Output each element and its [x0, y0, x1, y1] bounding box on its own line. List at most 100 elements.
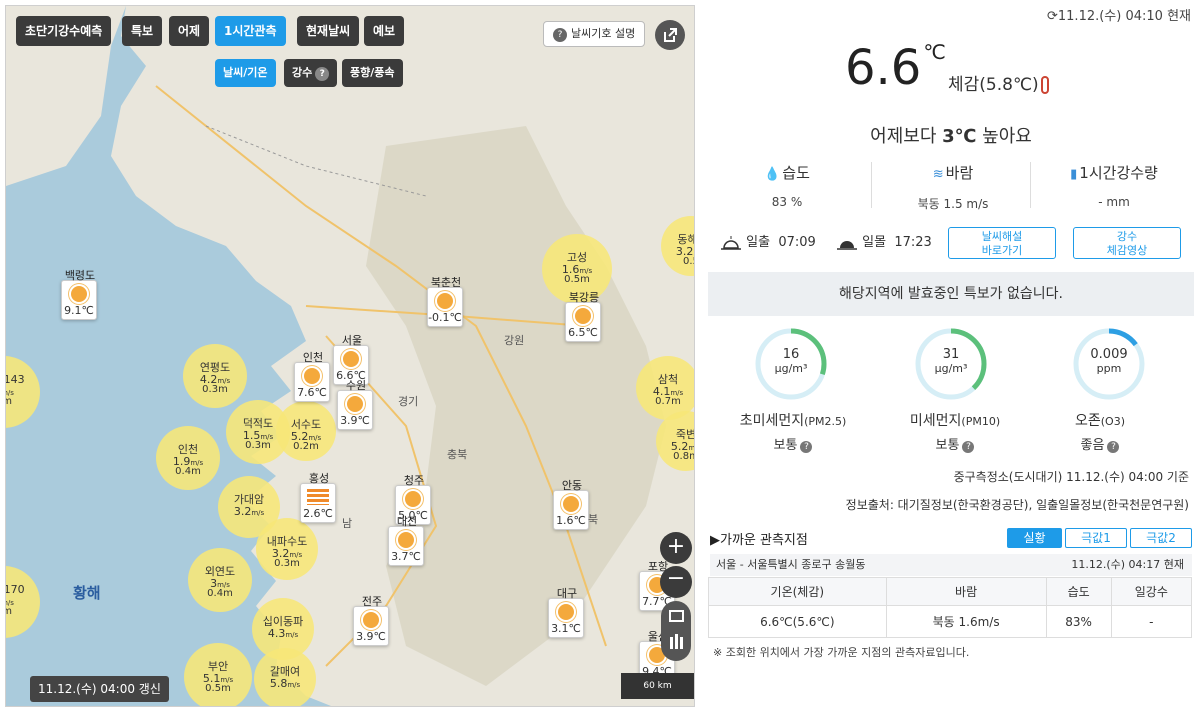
weather-commentary-button[interactable]: 날씨해설 바로가기 [948, 227, 1056, 259]
station-name: 백령도 [64, 269, 96, 282]
top-tab-button[interactable]: 1시간관측 [215, 16, 286, 46]
metric-value: - mm [1098, 195, 1130, 209]
region-label: 충북 [447, 448, 468, 461]
weather-map[interactable]: 초단기강수예측 특보 어제 1시간관측 현재날씨 예보날씨/기온 강수? 풍향/풍속 ? 날씨기… [5, 5, 695, 707]
weather-station[interactable]: 전주 3.9℃ [353, 595, 389, 646]
layer-toggle-button[interactable] [661, 601, 691, 661]
weather-station[interactable]: 대전 3.7℃ [388, 515, 424, 566]
sun-icon [405, 491, 421, 507]
sunset-icon [837, 240, 857, 250]
gauge-number: 0.009 [1090, 347, 1128, 362]
top-tab-button[interactable]: 현재날씨 [297, 16, 360, 46]
weather-station[interactable]: 안동 1.6℃ [553, 479, 589, 530]
wind-bubble[interactable]: 서수도 5.2m/s 0.2m [276, 401, 336, 461]
top-tab-button[interactable]: 특보 [122, 16, 163, 46]
wind-bubble[interactable]: 연평도 4.2m/s 0.3m [183, 344, 247, 408]
station-name: 청주 [403, 474, 425, 487]
question-icon[interactable]: ? [962, 441, 975, 453]
question-icon[interactable]: ? [1107, 441, 1120, 453]
question-icon[interactable]: ? [800, 441, 813, 453]
air-gauge: 31 μg/m³ [913, 326, 989, 402]
air-status: 보통? [723, 434, 863, 453]
region-label: 경기 [398, 395, 419, 408]
symbol-help-button[interactable]: ? 날씨기호 설명 [543, 21, 646, 47]
air-label: 오존(O3) [1030, 410, 1170, 430]
wind-bubble[interactable]: 갈매여 5.8m/s [254, 648, 316, 706]
wave-height: 0.5 [683, 256, 694, 268]
gauge-value: 31 μg/m³ [913, 348, 989, 376]
table-cell: 83% [1045, 605, 1112, 638]
observation-table: 기온(체감) 바람 습도 일강수 6.6℃(5.6℃) 북동 1.6m/s 83… [708, 577, 1193, 638]
tab-extreme-1[interactable]: 극값1 [1065, 528, 1127, 548]
station-name: 안동 [561, 479, 583, 492]
station-temp: 2.6℃ [303, 507, 333, 520]
observation-location: 서울 - 서울특별시 종로구 송월동 11.12.(수) 04:17 현재 [710, 554, 1192, 576]
warning-status: 해당지역에 발효중인 특보가 없습니다. [708, 272, 1194, 316]
wind-speed: 4.3m/s [252, 627, 314, 640]
wind-speed: 5.8m/s [254, 677, 316, 690]
station-temp: 6.5℃ [568, 326, 598, 339]
wave-height: 0.4m [207, 588, 233, 600]
wind-bubble[interactable]: 내파수도 3.2m/s 0.3m [256, 518, 318, 580]
top-tab-button[interactable]: 초단기강수예측 [16, 16, 112, 46]
wave-height: 0.3m [274, 558, 300, 570]
station-name: 대구 [556, 587, 578, 600]
wind-icon: ≋ [932, 167, 944, 182]
station-temp: 7.6℃ [297, 386, 327, 399]
nearby-observation-title: ▶가까운 관측지점 [710, 533, 808, 548]
wave-height: 0.5m [564, 274, 590, 286]
sub-tab-button[interactable]: 강수? [284, 59, 338, 87]
weather-station[interactable]: 북춘천 -0.1℃ [427, 276, 463, 327]
station-name: 서울 [341, 334, 363, 347]
weather-station[interactable]: 백령도 9.1℃ [61, 269, 97, 320]
sub-tab-button[interactable]: 풍향/풍속 [342, 59, 403, 87]
sun-icon [437, 293, 453, 309]
feels-like: 체감(5.8℃) [948, 70, 1049, 95]
wind-bubble[interactable]: 외연도 3m/s 0.4m [188, 548, 252, 612]
station-name: 대전 [396, 515, 418, 528]
weather-station[interactable]: 홍성 2.6℃ [300, 472, 336, 523]
gauge-value: 0.009 ppm [1071, 348, 1147, 376]
sub-tab-label: 날씨/기온 [223, 66, 268, 79]
map-scale: 60 km [621, 673, 694, 699]
station-temp: 3.7℃ [391, 550, 421, 563]
sub-tab-label: 강수 [292, 66, 313, 79]
zoom-out-button[interactable]: − [660, 566, 692, 598]
weather-metric: ▮ 1시간강수량 - mm [1032, 162, 1196, 209]
sun-icon [398, 532, 414, 548]
current-temperature: 6.6 ℃ [845, 40, 946, 96]
air-name: 초미세먼지 [739, 413, 805, 429]
wave-height: 0.8m [673, 451, 694, 463]
top-tab-button[interactable]: 어제 [169, 16, 210, 46]
rain-video-button[interactable]: 강수 체감영상 [1073, 227, 1181, 259]
air-label: 미세먼지(PM10) [885, 410, 1025, 430]
wind-speed: 3.2m/s [218, 505, 280, 518]
external-link-button[interactable] [655, 20, 685, 50]
top-tab-button[interactable]: 예보 [364, 16, 405, 46]
tab-current[interactable]: 실황 [1007, 528, 1062, 548]
layers-icon [669, 610, 684, 649]
metric-value: 북동 1.5 m/s [917, 197, 989, 211]
refresh-time[interactable]: ⟳11.12.(수) 04:10 현재 [1047, 5, 1191, 24]
weather-station[interactable]: 북강릉 6.5℃ [565, 291, 601, 342]
wave-height: 4m [6, 397, 40, 408]
air-status: 좋음? [1030, 434, 1170, 453]
zoom-in-button[interactable]: + [660, 532, 692, 564]
metric-label-text: 바람 [945, 164, 974, 182]
wind-bubble[interactable]: 인천 1.9m/s 0.4m [156, 426, 220, 490]
air-status: 보통? [885, 434, 1025, 453]
table-cell: - [1110, 605, 1193, 638]
wind-station-name: 외연도 [204, 565, 236, 578]
sub-tab-button[interactable]: 날씨/기온 [215, 59, 276, 87]
divider [871, 162, 872, 208]
weather-station[interactable]: 인천 7.6℃ [294, 351, 330, 402]
tab-extreme-2[interactable]: 극값2 [1130, 528, 1192, 548]
weather-station[interactable]: 수원 3.9℃ [337, 379, 373, 430]
compare-yesterday: 어제보다 3℃ 높아요 [870, 126, 1032, 147]
wind-bubble[interactable]: 부안 5.1m/s 0.5m [184, 643, 252, 706]
air-sub: (O3) [1100, 415, 1125, 428]
wind-station-name: 부이143 [5, 373, 25, 386]
sunrise-icon [721, 235, 741, 250]
metric-label: 💧 습도 [705, 162, 869, 183]
weather-station[interactable]: 대구 3.1℃ [548, 587, 584, 638]
